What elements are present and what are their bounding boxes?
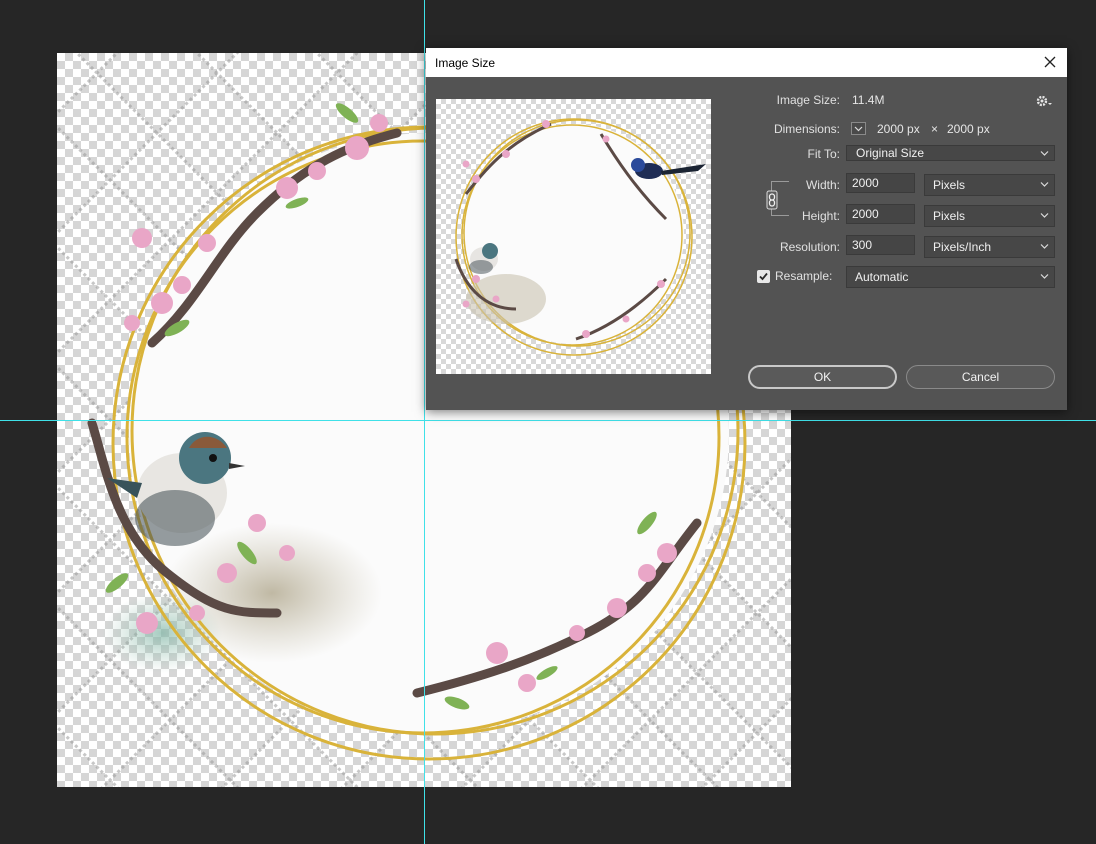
chevron-down-icon (1040, 213, 1049, 218)
chevron-down-icon (1040, 274, 1049, 279)
dialog-titlebar[interactable]: Image Size (426, 48, 1067, 77)
resolution-label: Resolution: (779, 240, 840, 254)
height-unit-dropdown[interactable]: Pixels (924, 205, 1055, 227)
cancel-button[interactable]: Cancel (906, 365, 1055, 389)
width-unit-dropdown[interactable]: Pixels (924, 174, 1055, 196)
height-unit-value: Pixels (933, 209, 966, 223)
dimensions-height-value: 2000 px (947, 122, 990, 136)
resample-value: Automatic (855, 270, 909, 284)
height-label: Height: (801, 209, 840, 223)
dimensions-times-symbol: × (931, 122, 939, 136)
dimensions-width-value: 2000 px (877, 122, 920, 136)
image-size-dialog: Image Size Image Size: 11.4M Dimensions:… (426, 48, 1067, 410)
close-icon[interactable] (1041, 53, 1059, 71)
preview-image[interactable] (436, 99, 711, 374)
height-input[interactable]: 2000 (846, 204, 915, 224)
chevron-down-icon (1040, 244, 1049, 249)
dimensions-label: Dimensions: (773, 122, 840, 136)
chevron-down-icon (1040, 182, 1049, 187)
resolution-unit-value: Pixels/Inch (933, 240, 992, 254)
width-input[interactable]: 2000 (846, 173, 915, 193)
resolution-unit-dropdown[interactable]: Pixels/Inch (924, 236, 1055, 258)
preview-artwork (454, 118, 706, 356)
link-icon[interactable] (766, 190, 778, 210)
image-size-value: 11.4M (852, 93, 885, 107)
dimensions-unit-dropdown[interactable] (851, 122, 866, 135)
width-unit-value: Pixels (933, 178, 966, 192)
image-size-label: Image Size: (776, 93, 840, 107)
resample-dropdown[interactable]: Automatic (846, 266, 1055, 288)
fit-to-dropdown[interactable]: Original Size (846, 145, 1055, 161)
gear-icon[interactable] (1036, 94, 1054, 108)
checkmark-icon (759, 272, 768, 281)
fit-to-value: Original Size (856, 146, 925, 160)
dialog-title: Image Size (435, 56, 496, 70)
resample-label: Resample: (775, 269, 833, 283)
fit-to-label: Fit To: (807, 147, 840, 161)
chevron-down-icon (1040, 151, 1049, 156)
resample-checkbox[interactable] (757, 270, 770, 283)
vertical-guide[interactable] (424, 0, 425, 844)
ok-button[interactable]: OK (748, 365, 897, 389)
horizontal-guide[interactable] (0, 420, 1096, 421)
width-label: Width: (805, 178, 840, 192)
resolution-input[interactable]: 300 (846, 235, 915, 255)
